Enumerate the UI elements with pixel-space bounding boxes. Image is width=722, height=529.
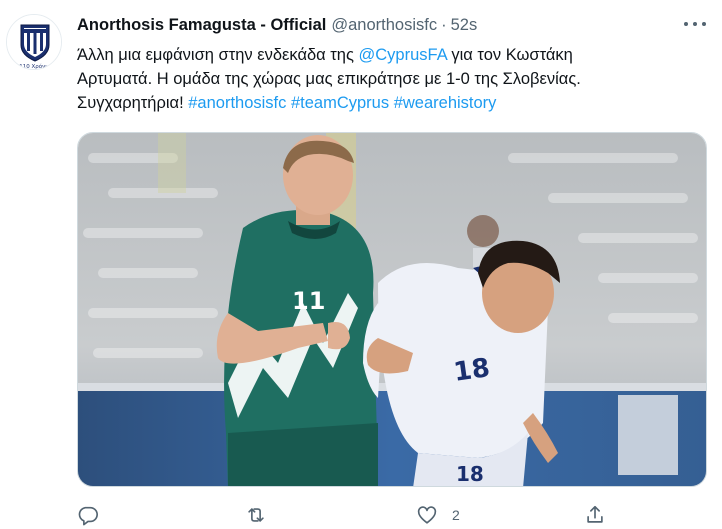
avatar[interactable]: 110 Χρόνια — [6, 14, 62, 70]
jersey-number: 11 — [292, 287, 325, 315]
like-button[interactable]: 2 — [416, 503, 460, 527]
football-photo: 11 18 18 — [78, 133, 706, 486]
share-icon — [587, 505, 603, 523]
hashtag-link[interactable]: #teamCyprus — [291, 94, 389, 112]
share-button[interactable] — [584, 503, 606, 527]
reply-button[interactable] — [77, 503, 99, 527]
mention-link[interactable]: @CyprusFA — [359, 46, 447, 64]
reply-icon — [78, 506, 98, 526]
tweet-text: Άλλη μια εμφάνιση στην ενδεκάδα της @Cyp… — [77, 43, 707, 115]
hashtag-link[interactable]: #anorthosisfc — [188, 94, 286, 112]
tweet-line-1: Άλλη μια εμφάνιση στην ενδεκάδα της @Cyp… — [77, 43, 707, 67]
jersey-number: 18 — [452, 353, 492, 388]
text-segment: για τον Κωστάκη — [446, 46, 573, 64]
separator-dot: · — [441, 15, 447, 34]
more-dot — [693, 22, 697, 26]
club-crest-icon: 110 Χρόνια — [7, 15, 61, 70]
retweet-icon — [248, 508, 264, 522]
text-segment: Άλλη μια εμφάνιση στην ενδεκάδα της — [77, 46, 359, 64]
avatar-caption: 110 Χρόνια — [19, 63, 51, 70]
user-handle[interactable]: @anorthosisfc — [331, 16, 437, 35]
like-count: 2 — [452, 507, 460, 523]
timestamp[interactable]: 52s — [451, 16, 478, 35]
tweet-photo[interactable]: 11 18 18 — [77, 132, 707, 487]
more-options-icon[interactable] — [684, 15, 706, 33]
tweet-header: Anorthosis Famagusta - Official @anortho… — [77, 14, 477, 36]
jersey-number: 18 — [456, 462, 484, 486]
text-segment: Συγχαρητήρια! — [77, 94, 189, 112]
retweet-button[interactable] — [245, 503, 267, 527]
hashtag-link[interactable]: #wearehistory — [394, 94, 497, 112]
more-dot — [702, 22, 706, 26]
display-name[interactable]: Anorthosis Famagusta - Official — [77, 16, 326, 35]
heart-icon — [417, 506, 437, 524]
tweet-line-2: Αρτυματά. Η ομάδα της χώρας μας επικράτη… — [77, 70, 581, 88]
tweet-actions: 2 — [77, 503, 622, 527]
tweet: 110 Χρόνια Anorthosis Famagusta - Offici… — [0, 0, 722, 529]
more-dot — [684, 22, 688, 26]
tweet-line-3: Συγχαρητήρια! #anorthosisfc #teamCyprus … — [77, 91, 707, 115]
